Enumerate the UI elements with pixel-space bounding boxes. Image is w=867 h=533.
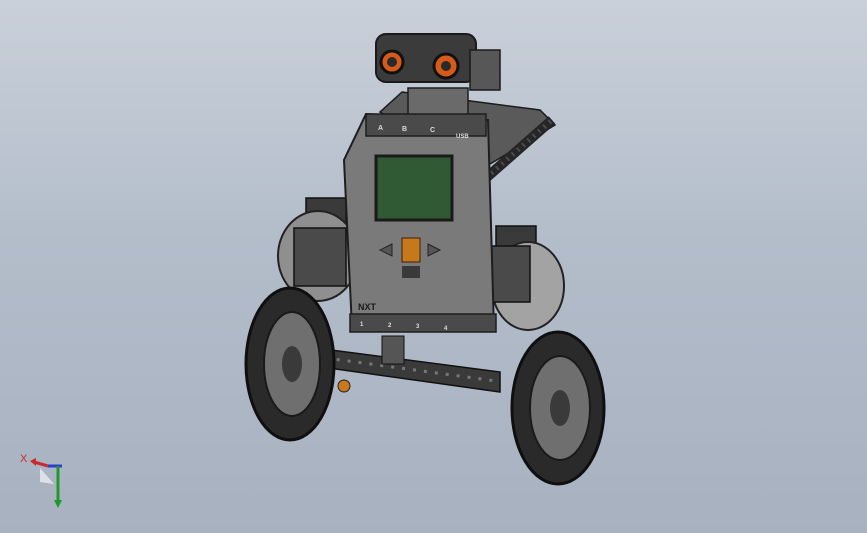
orange-enter-button[interactable] [401,237,421,263]
brick-logo: NXT [358,302,377,312]
nxt-brick[interactable]: A B C USB NXT 1 2 3 4 [342,112,497,333]
port-label-a: A [378,125,383,132]
usb-label: USB [456,134,469,140]
wheel-right[interactable] [510,330,606,486]
x-axis-label: X [20,453,28,465]
robot-model[interactable]: A B C USB NXT 1 2 3 4 [0,0,867,533]
port-label-b: B [402,126,407,133]
grey-cancel-button[interactable] [402,266,420,278]
3d-viewport[interactable]: A B C USB NXT 1 2 3 4 X [0,0,867,533]
x-axis-icon [33,460,49,468]
orientation-triad: X [20,453,62,508]
ultrasonic-sensor[interactable] [375,33,501,91]
port-label-c: C [430,127,435,134]
brick-screen [374,154,454,222]
wheel-left[interactable] [244,286,336,442]
